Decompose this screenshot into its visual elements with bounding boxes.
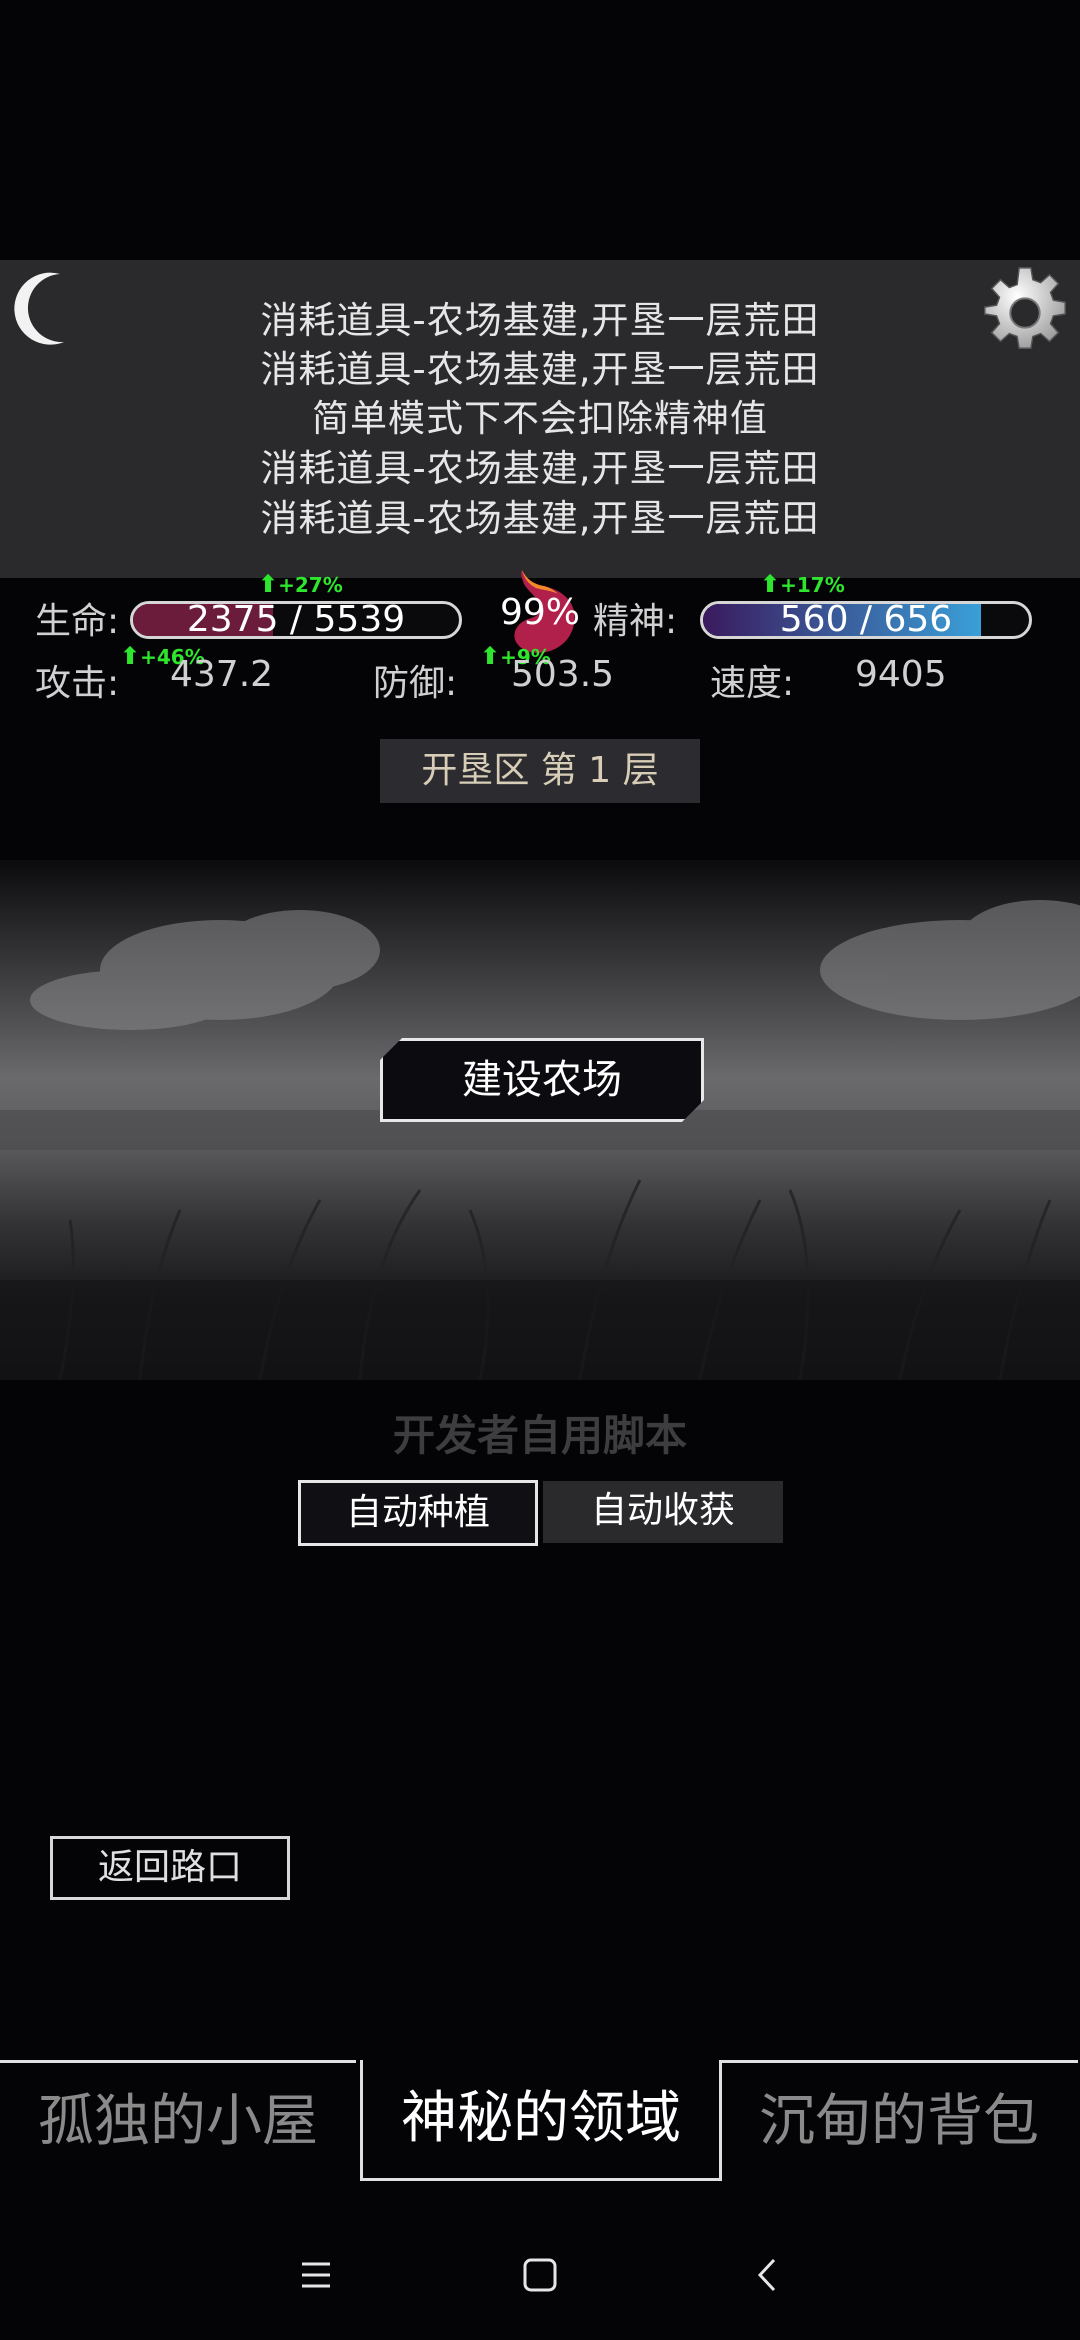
speed-value: 9405 xyxy=(855,654,947,695)
spirit-bar: 560 / 656 xyxy=(700,601,1032,639)
life-value: 2375 / 5539 xyxy=(186,601,406,639)
defense-value: 503.5 xyxy=(511,654,615,695)
moon-icon[interactable] xyxy=(8,268,78,348)
defense-label: 防御: xyxy=(373,663,458,704)
tab-mysterious-domain[interactable]: 神秘的领域 xyxy=(360,2060,722,2181)
return-crossroad-button[interactable]: 返回路口 xyxy=(50,1836,290,1900)
tab-lonely-cabin[interactable]: 孤独的小屋 xyxy=(0,2060,356,2181)
spirit-value: 560 / 656 xyxy=(779,601,953,639)
life-label: 生命: xyxy=(35,601,120,642)
life-bar: 2375 / 5539 xyxy=(130,601,462,639)
menu-icon[interactable] xyxy=(286,2250,346,2300)
hunger-percent: 99% xyxy=(500,592,581,633)
build-farm-button[interactable]: 建设农场 xyxy=(380,1038,704,1122)
spirit-boost: ⬆+17% xyxy=(760,570,845,598)
tab-heavy-backpack[interactable]: 沉甸的背包 xyxy=(720,2060,1078,2181)
auto-plant-button[interactable]: 自动种植 xyxy=(298,1480,538,1546)
back-icon[interactable] xyxy=(738,2250,798,2300)
dev-scripts-title: 开发者自用脚本 xyxy=(392,1411,687,1460)
message-line: 消耗道具-农场基建,开垦一层荒田 xyxy=(260,348,820,391)
life-boost: ⬆+27% xyxy=(258,570,343,598)
message-line: 消耗道具-农场基建,开垦一层荒田 xyxy=(260,299,820,342)
message-line: 消耗道具-农场基建,开垦一层荒田 xyxy=(260,497,820,540)
speed-label: 速度: xyxy=(710,663,795,704)
bottom-tab-bar: 孤独的小屋 神秘的领域 沉甸的背包 xyxy=(0,2060,1080,2182)
message-line: 消耗道具-农场基建,开垦一层荒田 xyxy=(260,447,820,490)
home-icon[interactable] xyxy=(510,2250,570,2300)
spirit-label: 精神: xyxy=(593,601,678,642)
message-line: 简单模式下不会扣除精神值 xyxy=(312,397,768,440)
attack-label: 攻击: xyxy=(35,663,120,704)
attack-value: 437.2 xyxy=(170,654,274,695)
auto-harvest-button[interactable]: 自动收获 xyxy=(543,1481,783,1543)
area-title: 开垦区 第 1 层 xyxy=(380,739,700,803)
gear-icon[interactable] xyxy=(976,264,1074,362)
